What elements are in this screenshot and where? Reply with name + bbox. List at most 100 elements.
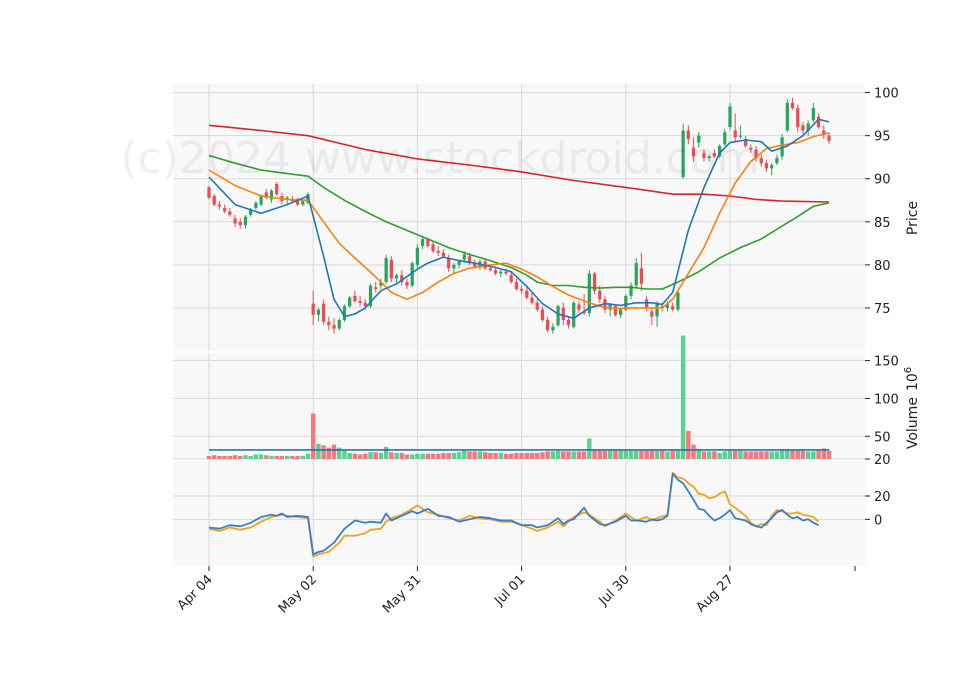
volume-bar (524, 452, 530, 459)
volume-bar (290, 455, 295, 459)
volume-bar (342, 450, 347, 459)
volume-bar (602, 450, 608, 459)
volume-bar (430, 453, 436, 459)
volume-bar (514, 452, 519, 459)
volume-bar (649, 450, 655, 459)
x-tick-label: Aug 27 (694, 572, 737, 615)
volume-bar (691, 444, 696, 459)
volume-bar (352, 453, 358, 459)
volume-bar (790, 449, 795, 459)
volume-bar (310, 413, 316, 459)
candle-body (618, 309, 623, 315)
candle (212, 194, 216, 207)
volume-bar (462, 449, 467, 459)
candle-body (796, 108, 800, 128)
volume-y-tick-label: 150 (874, 355, 899, 370)
volume-bar (774, 451, 780, 459)
volume-bar (675, 450, 681, 459)
volume-bar (607, 450, 613, 459)
candle-body (488, 268, 492, 271)
volume-bar (284, 455, 290, 459)
candle-body (811, 108, 815, 121)
candle-body (790, 102, 795, 109)
candle-body (566, 319, 571, 326)
candle-body (384, 257, 388, 283)
volume-bar (258, 454, 264, 459)
volume-bar (222, 455, 227, 459)
candle-body (556, 306, 560, 326)
volume-bar (722, 451, 728, 459)
candle (415, 244, 420, 269)
volume-bar (503, 453, 509, 459)
candle-body (301, 201, 305, 205)
watermark: (c)2024 www.stockdroid.com (120, 133, 759, 184)
candle-body (275, 183, 279, 195)
candle-body (405, 282, 409, 286)
oscillator-y-tick-label: 0 (874, 513, 882, 528)
volume-bar (373, 452, 378, 459)
price-y-tick-label: 80 (874, 259, 891, 274)
x-tick-label: Apr 04 (175, 572, 216, 613)
candle-body (530, 297, 534, 303)
candle-body (572, 302, 576, 327)
volume-axis-label-power: 6 (903, 367, 914, 373)
candle-body (233, 218, 237, 224)
volume-bar (508, 453, 514, 459)
volume-bar (748, 451, 754, 459)
x-tick-label: May 31 (380, 572, 424, 616)
candle (556, 304, 560, 327)
price-y-tick-label: 75 (874, 302, 891, 317)
candle-body (441, 252, 446, 257)
volume-bar (441, 452, 446, 459)
candle-body (816, 116, 821, 128)
candle-body (447, 257, 451, 269)
volume-bar (581, 451, 587, 459)
volume-bar (738, 450, 743, 459)
candle-body (322, 303, 326, 322)
candle-body (577, 304, 581, 310)
candle-body (431, 244, 435, 252)
volume-bar (227, 455, 233, 459)
price-y-tick-label: 85 (874, 216, 891, 231)
volume-bar (519, 452, 524, 459)
price-y-tick-label: 100 (874, 87, 899, 102)
volume-bar (211, 455, 217, 459)
candle-body (519, 288, 524, 291)
candle (348, 295, 352, 308)
volume-bar (769, 451, 774, 459)
volume-bar (623, 450, 629, 459)
volume-bar (316, 443, 321, 459)
volume-bar (535, 452, 540, 459)
volume-bar (785, 449, 790, 459)
candle-body (540, 309, 545, 320)
candle-body (332, 325, 336, 329)
candle-body (207, 187, 211, 198)
volume-bar (571, 451, 576, 459)
volume-bar (805, 451, 811, 459)
volume-bar (363, 453, 368, 459)
x-axis: Apr 04 May 02 May 31 Jul 01 Jul 30 Aug 27 (175, 566, 856, 616)
candle-body (337, 319, 341, 329)
candle-body (645, 299, 649, 308)
volume-bar (540, 452, 545, 459)
candle-body (254, 202, 258, 209)
candle-body (462, 254, 466, 260)
volume-bar (795, 450, 800, 459)
candle-body (634, 263, 638, 286)
volume-bar (597, 450, 602, 459)
volume-bar (561, 451, 566, 459)
volume-bar (654, 450, 660, 459)
candle-body (509, 275, 513, 283)
candle (337, 318, 341, 331)
volume-bar (305, 453, 311, 459)
candle (389, 256, 393, 283)
volume-bar (472, 451, 477, 459)
volume-bar (389, 452, 394, 459)
x-tick-label: Jul 30 (596, 572, 633, 609)
volume-bar (347, 452, 352, 459)
candle-body (348, 297, 352, 307)
volume-axis-label: Volume 106 (903, 367, 921, 449)
candle-body (295, 201, 300, 205)
volume-bar (378, 452, 384, 459)
candle-body (243, 216, 248, 226)
